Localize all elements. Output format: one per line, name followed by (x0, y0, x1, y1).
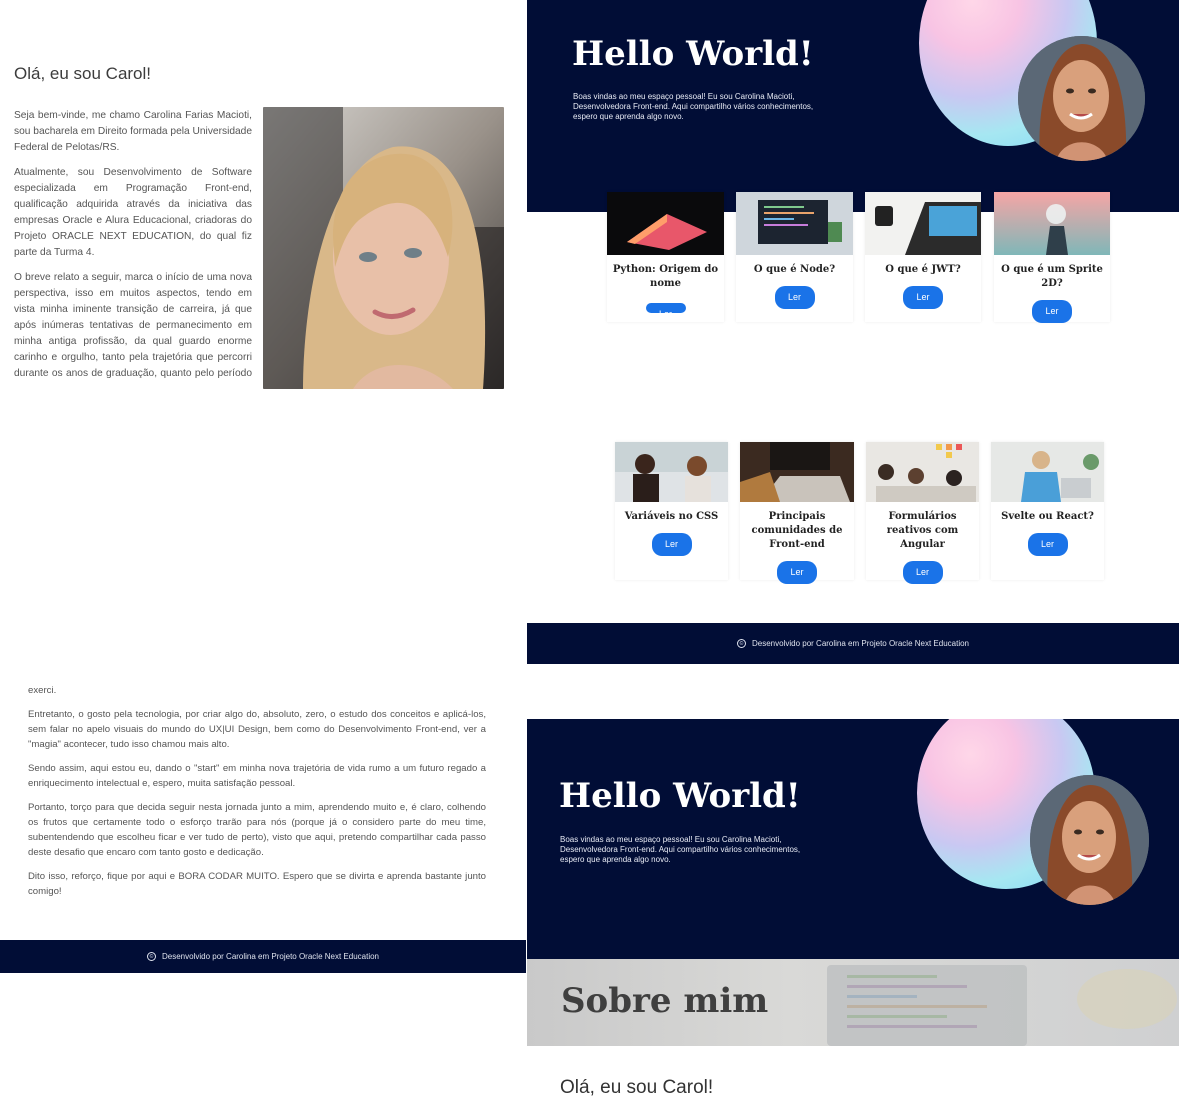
footer-text: Desenvolvido por Carolina em Projeto Ora… (752, 639, 969, 648)
hero-banner: Hello World! Boas vindas ao meu espaço p… (527, 719, 1179, 959)
card-image (615, 442, 728, 502)
card-image (865, 192, 981, 255)
copyright-icon: © (147, 952, 156, 961)
read-button[interactable]: Ler (645, 303, 686, 313)
read-button[interactable]: Ler (903, 286, 943, 309)
article-card: Variáveis no CSS Ler (615, 442, 728, 580)
hero-title: Hello World! (559, 776, 801, 816)
card-title: O que é um Sprite 2D? (1001, 264, 1103, 289)
avatar (1018, 36, 1145, 161)
article-card: O que é um Sprite 2D? Ler (994, 192, 1110, 323)
read-button[interactable]: Ler (1032, 300, 1072, 323)
read-button[interactable]: Ler (902, 561, 943, 584)
card-title: Formulários reativos com Angular (886, 511, 959, 550)
copyright-icon: © (737, 639, 746, 648)
footer: © Desenvolvido por Carolina em Projeto O… (0, 940, 526, 973)
card-title: Python: Origem do nome (612, 264, 719, 289)
read-button[interactable]: Ler (651, 533, 692, 556)
card-title: Variáveis no CSS (624, 511, 719, 522)
read-button[interactable]: Ler (1027, 533, 1068, 556)
article-card: Svelte ou React? Ler (991, 442, 1104, 580)
card-image (736, 192, 853, 255)
read-button[interactable]: Ler (777, 561, 817, 584)
card-title: O que é Node? (753, 264, 836, 275)
about-greeting: Olá, eu sou Carol! (560, 1077, 714, 1098)
profile-photo (263, 107, 504, 389)
footer: © Desenvolvido por Carolina em Projeto O… (527, 623, 1179, 664)
hero-banner: Hello World! Boas vindas ao meu espaço p… (527, 0, 1179, 212)
article-card: Python: Origem do nome Ler (607, 192, 724, 322)
article-card: Principais comunidades de Front-end Ler (740, 442, 854, 584)
card-title: Principais comunidades de Front-end (751, 511, 843, 550)
about-title: Sobre mim (561, 981, 769, 1021)
card-image (607, 192, 724, 255)
about-paragraph: O breve relato a seguir, marca o início … (14, 272, 252, 379)
hero-subtitle: Boas vindas ao meu espaço pessoal! Eu so… (560, 835, 801, 864)
about-paragraph: Seja bem-vinde, me chamo Carolina Farias… (14, 110, 252, 153)
hero-subtitle: Boas vindas ao meu espaço pessoal! Eu so… (573, 92, 814, 121)
about-text-column: Seja bem-vinde, me chamo Carolina Farias… (14, 108, 252, 391)
card-image (994, 192, 1110, 255)
card-image (866, 442, 979, 502)
about-paragraph: Portanto, torço para que decida seguir n… (28, 802, 486, 858)
card-image (740, 442, 854, 502)
about-paragraph: Atualmente, sou Desenvolvimento de Softw… (14, 167, 252, 258)
card-title: Svelte ou React? (1001, 511, 1094, 522)
about-paragraph: Dito isso, reforço, fique por aqui e BOR… (28, 871, 486, 897)
footer-text: Desenvolvido por Carolina em Projeto Ora… (162, 952, 379, 961)
card-title: O que é JWT? (885, 264, 961, 275)
avatar (1030, 775, 1149, 905)
article-card: Formulários reativos com Angular Ler (866, 442, 979, 584)
read-button[interactable]: Ler (774, 286, 815, 309)
about-banner: Sobre mim (527, 959, 1179, 1046)
about-heading: Olá, eu sou Carol! (14, 64, 152, 83)
about-paragraph: exerci. (28, 685, 57, 696)
article-card: O que é Node? Ler (736, 192, 853, 322)
article-card: O que é JWT? Ler (865, 192, 981, 322)
about-text-continued: exerci. Entretanto, o gosto pela tecnolo… (28, 683, 486, 908)
about-paragraph: Entretanto, o gosto pela tecnologia, por… (28, 709, 486, 750)
about-paragraph: Sendo assim, aqui estou eu, dando o "sta… (28, 763, 486, 789)
card-image (991, 442, 1104, 502)
hero-title: Hello World! (572, 34, 814, 74)
